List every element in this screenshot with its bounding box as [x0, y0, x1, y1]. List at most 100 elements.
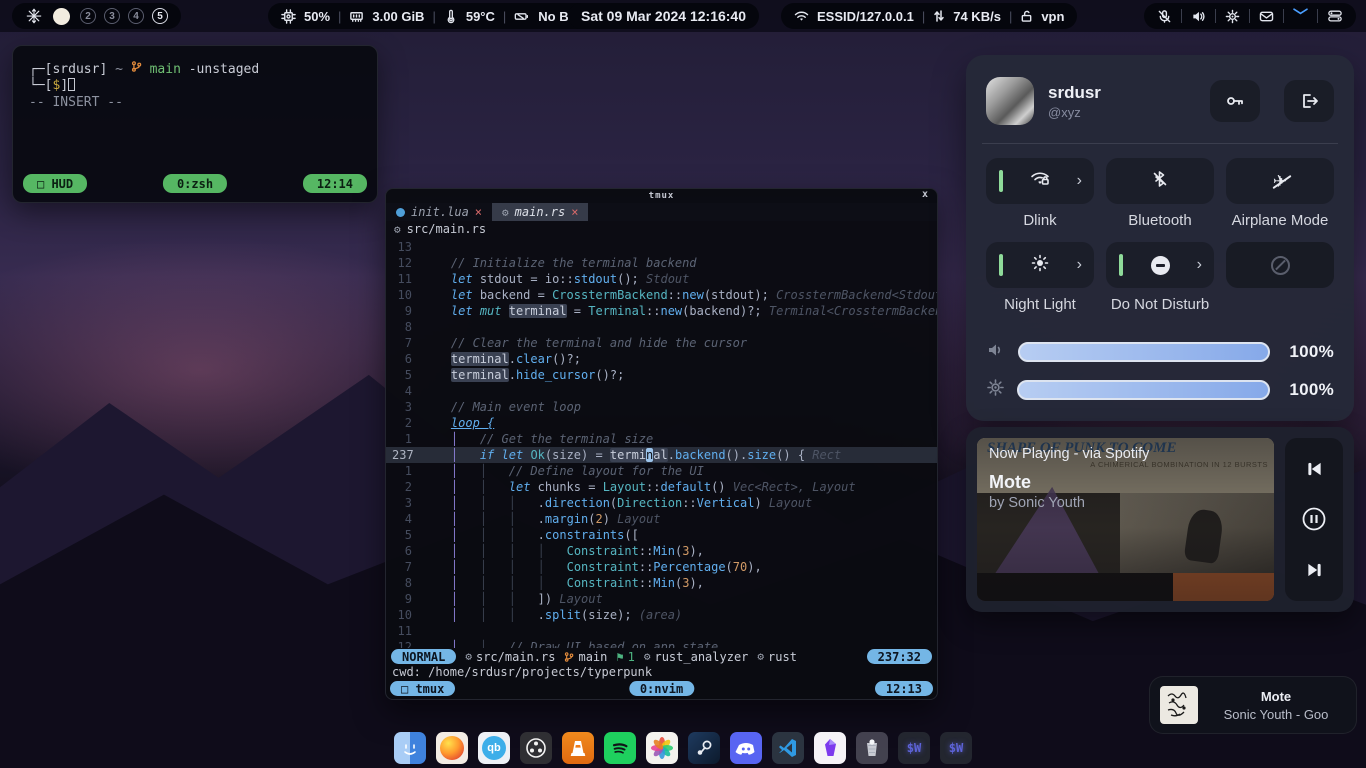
dock-steam[interactable] [688, 732, 720, 764]
airplane-off-icon: ✈ [1273, 173, 1287, 190]
toggle-unavailable[interactable] [1226, 242, 1334, 288]
volume-slider[interactable] [1018, 342, 1270, 362]
code-line[interactable]: 12 │ │ // Draw UI based on app state [386, 639, 937, 648]
dock-discord[interactable] [730, 732, 762, 764]
code-line[interactable]: 4 [386, 383, 937, 399]
editor-window[interactable]: tmux x init.lua× ⚙main.rs× ⚙ src/main.rs… [385, 188, 938, 700]
code-line[interactable]: 12 // Initialize the terminal backend [386, 255, 937, 271]
next-track-button[interactable] [1306, 562, 1323, 578]
distro-logo-icon[interactable] [25, 7, 43, 25]
code-line[interactable]: 8 │ │ │ │ Constraint::Min(3), [386, 575, 937, 591]
logout-button[interactable] [1284, 80, 1334, 122]
album-art[interactable]: SHAPE OF PUNK TO COME A CHIMERICAL BOMBI… [977, 438, 1274, 601]
vpn-lock-icon [1020, 9, 1033, 23]
code-line[interactable]: 9 │ │ │ ]) Layout [386, 591, 937, 607]
lsp-gear-icon: ⚙ [644, 650, 651, 663]
mail-icon[interactable] [1259, 10, 1274, 23]
code-line[interactable]: 11 [386, 623, 937, 639]
notification-body: Sonic Youth - Goo [1208, 707, 1344, 722]
code-line[interactable]: 10 let backend = CrosstermBackend::new(s… [386, 287, 937, 303]
code-line[interactable]: 8 [386, 319, 937, 335]
git-branch-icon [131, 60, 142, 73]
code-line[interactable]: 7 // Clear the terminal and hide the cur… [386, 335, 937, 351]
notification-album-art [1160, 686, 1198, 724]
chevron-right-icon[interactable]: › [1077, 173, 1082, 189]
speaker-icon[interactable] [1191, 9, 1206, 24]
code-line[interactable]: 3 │ │ │ .direction(Direction::Vertical) … [386, 495, 937, 511]
dock-photos[interactable] [646, 732, 678, 764]
music-notification[interactable]: Mote Sonic Youth - Goo [1149, 676, 1357, 734]
toggle-do-not-disturb[interactable]: › [1106, 242, 1214, 288]
code-line[interactable]: 9 let mut terminal = Terminal::new(backe… [386, 303, 937, 319]
tab-close-icon[interactable]: × [475, 205, 482, 219]
toggle-bluetooth[interactable] [1106, 158, 1214, 204]
settings-gear-icon[interactable] [1225, 9, 1240, 24]
code-line[interactable]: 4 │ │ │ .margin(2) Layout [386, 511, 937, 527]
dock-trash[interactable] [856, 732, 888, 764]
code-line[interactable]: 6 terminal.clear()?; [386, 351, 937, 367]
dock-obsidian[interactable] [814, 732, 846, 764]
code-line[interactable]: 11 let stdout = io::stdout(); Stdout [386, 271, 937, 287]
dock-obs[interactable] [520, 732, 552, 764]
battery-icon [514, 9, 530, 24]
tmux-window-name[interactable]: □ tmux [390, 681, 455, 696]
dock-vscode[interactable] [772, 732, 804, 764]
clock-pill[interactable]: Sat 09 Mar 2024 12:16:40 [568, 3, 759, 29]
editor-tabline: init.lua× ⚙main.rs× [386, 203, 937, 221]
workspace-indicator[interactable]: 2 [80, 8, 96, 24]
toggle-wifi-dlink[interactable]: › [986, 158, 1094, 204]
code-line[interactable]: 237 │ if let Ok(size) = terminal.backend… [386, 447, 937, 463]
toggle-airplane-mode[interactable]: ✈ [1226, 158, 1334, 204]
workspace-indicator-active[interactable] [53, 8, 70, 25]
code-line[interactable]: 5 terminal.hide_cursor()?; [386, 367, 937, 383]
dock-firefox[interactable] [436, 732, 468, 764]
toggle-night-light[interactable]: › [986, 242, 1094, 288]
code-area[interactable]: 1312 // Initialize the terminal backend1… [386, 237, 937, 648]
tmux-window-name[interactable]: □ HUD [23, 174, 87, 193]
chevron-right-icon[interactable]: › [1197, 257, 1202, 273]
code-line[interactable]: 1 │ │ // Define layout for the UI [386, 463, 937, 479]
user-header: srdusr @xyz [986, 73, 1334, 129]
dock-wezterm-1[interactable]: $W [898, 732, 930, 764]
pause-button[interactable] [1301, 506, 1327, 532]
code-line[interactable]: 2 loop { [386, 415, 937, 431]
workspace-indicator[interactable]: 5 [152, 8, 168, 24]
workspace-indicator[interactable]: 4 [128, 8, 144, 24]
track-artist: by Sonic Youth [989, 495, 1266, 511]
tmux-session[interactable]: 0:nvim [629, 681, 694, 696]
tab-init-lua[interactable]: init.lua× [386, 203, 492, 221]
toggles-icon[interactable] [1327, 9, 1343, 23]
diagnostics-flag-icon: ⚑ [616, 650, 623, 664]
code-line[interactable]: 3 // Main event loop [386, 399, 937, 415]
tab-close-icon[interactable]: × [571, 205, 578, 219]
toggle-active-indicator [999, 254, 1003, 276]
code-line[interactable]: 13 [386, 239, 937, 255]
window-close-button[interactable]: x [922, 189, 929, 200]
brightness-slider[interactable] [1017, 380, 1270, 400]
network-group[interactable]: ESSID/127.0.0.1 | 74 KB/s | vpn [781, 3, 1077, 29]
chevron-down-icon[interactable]: ﹀ [1293, 9, 1308, 24]
workspace-indicator[interactable]: 3 [104, 8, 120, 24]
dock-file-manager[interactable] [394, 732, 426, 764]
code-line[interactable]: 10 │ │ │ .split(size); (area) [386, 607, 937, 623]
tab-main-rs[interactable]: ⚙main.rs× [492, 203, 588, 221]
tmux-session[interactable]: 0:zsh [163, 174, 227, 193]
dock-vlc[interactable] [562, 732, 594, 764]
hud-terminal-window[interactable]: ┌─[srdusr] ~ main -unstaged └─[$] -- INS… [12, 45, 378, 203]
mic-muted-icon[interactable] [1157, 9, 1172, 24]
chevron-right-icon[interactable]: › [1077, 257, 1082, 273]
cpu-icon [281, 9, 296, 24]
code-line[interactable]: 6 │ │ │ │ Constraint::Min(3), [386, 543, 937, 559]
wifi-icon [794, 10, 809, 23]
code-line[interactable]: 7 │ │ │ │ Constraint::Percentage(70), [386, 559, 937, 575]
code-line[interactable]: 1 │ // Get the terminal size [386, 431, 937, 447]
dock-spotify[interactable] [604, 732, 636, 764]
lock-keys-button[interactable] [1210, 80, 1260, 122]
workspace-switcher: 2345 [12, 3, 181, 29]
dock-wezterm-2[interactable]: $W [940, 732, 972, 764]
code-line[interactable]: 2 │ │ let chunks = Layout::default() Vec… [386, 479, 937, 495]
code-line[interactable]: 5 │ │ │ .constraints([ [386, 527, 937, 543]
toggle-active-indicator [999, 170, 1003, 192]
previous-track-button[interactable] [1306, 461, 1323, 477]
dock-qbittorrent[interactable]: qb [478, 732, 510, 764]
